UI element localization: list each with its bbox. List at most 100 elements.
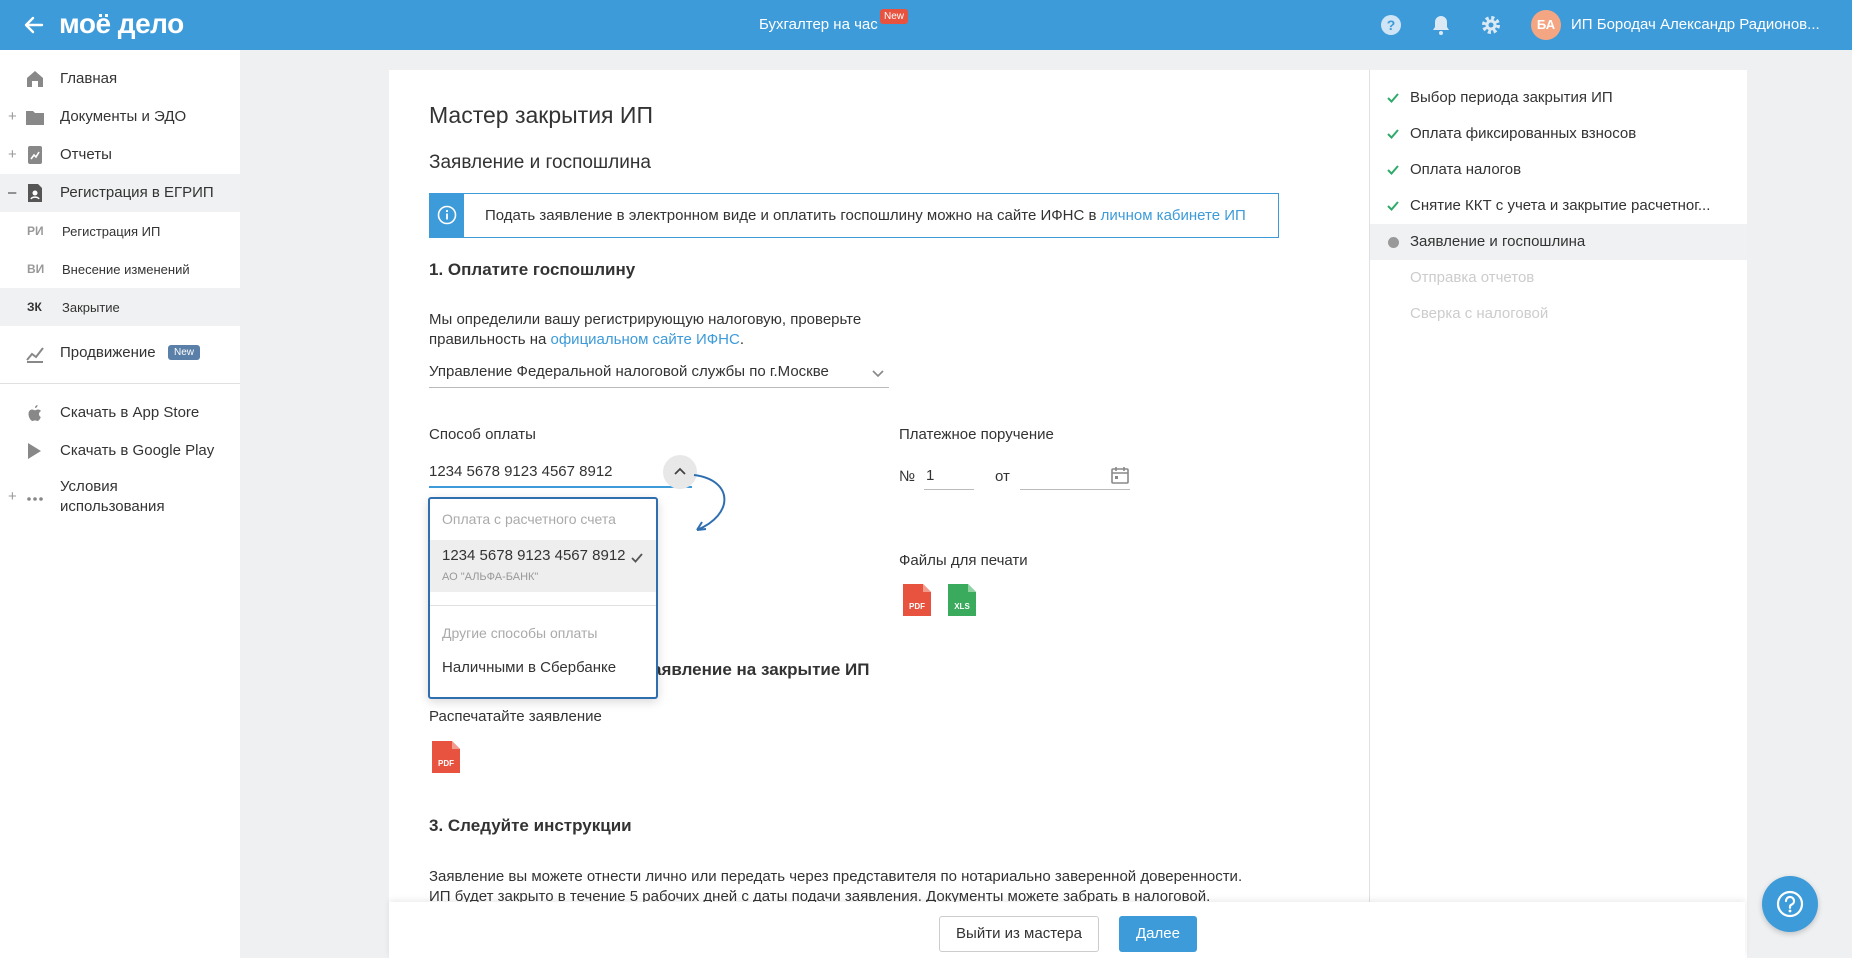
new-badge: New [168, 345, 201, 360]
option-cash-label: Наличными в Сбербанке [442, 659, 617, 676]
option-account-number: 1234 5678 9123 4567 8912 [442, 547, 626, 564]
more-dots-icon [27, 497, 43, 501]
google-play-icon [28, 443, 41, 459]
sidebar-item-app-store[interactable]: Скачать в App Store [0, 394, 240, 432]
sidebar-item-reports[interactable]: + Отчеты [0, 136, 240, 174]
pdf-file-icon[interactable]: PDF [432, 741, 460, 773]
back-arrow-icon[interactable] [22, 13, 46, 37]
tax-office-description-line1: Мы определили вашу регистрирующую налого… [429, 311, 862, 328]
logo[interactable]: моё дело [59, 8, 184, 40]
payment-method-dropdown: Оплата с расчетного счета 1234 5678 9123… [428, 497, 658, 699]
sidebar: Главная + Документы и ЭДО + Отчеты – Рег… [0, 50, 240, 958]
sidebar-subitem-closing[interactable]: ЗК Закрытие [0, 288, 240, 326]
help-chat-button[interactable] [1762, 876, 1818, 932]
sidebar-subitem-changes[interactable]: ВИ Внесение изменений [0, 250, 240, 288]
payment-method-select[interactable]: 1234 5678 9123 4567 8912 [429, 458, 692, 488]
step-label: Отправка отчетов [1410, 269, 1535, 286]
page-subtitle: Заявление и госпошлина [429, 152, 651, 173]
xls-file-icon[interactable]: XLS [948, 584, 976, 616]
expand-icon[interactable]: + [8, 146, 17, 163]
info-icon [437, 205, 457, 225]
tax-office-description-line2: правильность на официальном сайте ИФНС. [429, 330, 861, 350]
check-icon [1387, 201, 1399, 211]
page-title: Мастер закрытия ИП [429, 102, 653, 128]
sidebar-item-label: Продвижение [60, 344, 156, 361]
accountant-per-hour-link[interactable]: Бухгалтер на час [759, 16, 878, 33]
check-icon [631, 553, 643, 563]
folder-icon [26, 111, 44, 125]
info-text: Подать заявление в электронном виде и оп… [485, 207, 1246, 224]
step-label: Оплата налогов [1410, 161, 1522, 178]
payment-method-value: 1234 5678 9123 4567 8912 [429, 463, 613, 480]
sidebar-item-home[interactable]: Главная [0, 60, 240, 98]
expand-icon[interactable]: + [8, 108, 17, 125]
tax-office-description: Мы определили вашу регистрирующую налого… [429, 310, 861, 350]
sidebar-item-google-play[interactable]: Скачать в Google Play [0, 432, 240, 470]
check-icon [1387, 129, 1399, 139]
section2-title: аявление на закрытие ИП [652, 660, 870, 679]
payment-method-label: Способ оплаты [429, 426, 536, 443]
question-icon [1776, 890, 1804, 918]
exit-wizard-button[interactable]: Выйти из мастера [939, 916, 1099, 952]
option-bank-name: АО "АЛЬФА-БАНК" [442, 571, 539, 583]
step-label: Снятие ККТ с учета и закрытие расчетног.… [1410, 197, 1711, 214]
calendar-icon[interactable] [1110, 465, 1130, 485]
line2-prefix: правильность на [429, 331, 551, 348]
check-icon [1387, 165, 1399, 175]
step-fixed-contributions[interactable]: Оплата фиксированных взносов [1370, 116, 1747, 152]
expand-icon[interactable]: + [8, 488, 17, 505]
next-button[interactable]: Далее [1119, 916, 1197, 952]
instructions-text: Заявление вы можете отнести лично или пе… [429, 867, 1242, 907]
wizard-footer: Выйти из мастера Далее [389, 902, 1745, 958]
gear-icon[interactable] [1479, 13, 1503, 37]
home-icon [27, 71, 43, 87]
step-period[interactable]: Выбор периода закрытия ИП [1370, 80, 1747, 116]
step-kkt[interactable]: Снятие ККТ с учета и закрытие расчетног.… [1370, 188, 1747, 224]
tax-office-select[interactable]: Управление Федеральной налоговой службы … [429, 358, 889, 388]
current-step-dot [1388, 237, 1399, 248]
line2-suffix: . [739, 331, 745, 348]
step-label: Оплата фиксированных взносов [1410, 125, 1637, 142]
step-label: Заявление и госпошлина [1410, 233, 1586, 250]
apple-icon [28, 405, 41, 421]
registration-icon [28, 184, 42, 202]
subitem-abbr: ЗК [27, 300, 42, 314]
info-banner-stripe [430, 194, 464, 237]
dropdown-option-account[interactable]: 1234 5678 9123 4567 8912 АО "АЛЬФА-БАНК" [430, 540, 656, 592]
payment-order-number: 1 [926, 467, 935, 484]
ifns-site-link[interactable]: официальном сайте ИФНС [551, 331, 740, 348]
new-badge: New [880, 9, 909, 24]
chart-trend-icon [26, 347, 44, 363]
pdf-file-icon[interactable]: PDF [903, 584, 931, 616]
personal-cabinet-link[interactable]: личном кабинете ИП [1101, 207, 1246, 224]
dropdown-group-other: Другие способы оплаты [442, 625, 598, 641]
sidebar-item-registration[interactable]: – Регистрация в ЕГРИП [0, 174, 240, 212]
curved-arrow-icon [693, 474, 726, 531]
collapse-icon[interactable]: – [8, 184, 16, 201]
sidebar-divider [0, 383, 240, 384]
top-bar: моё дело Бухгалтер на час New ? БА ИП Бо… [0, 0, 1852, 50]
xls-label: XLS [954, 602, 970, 611]
info-text-body: Подать заявление в электронном виде и оп… [485, 207, 1101, 224]
payment-order-number-input[interactable]: 1 [924, 460, 974, 490]
sidebar-item-promotion[interactable]: Продвижение New [0, 334, 240, 372]
sidebar-item-terms[interactable]: + Условия использования [0, 470, 240, 526]
section3-title: 3. Следуйте инструкции [429, 816, 632, 835]
help-icon[interactable]: ? [1379, 13, 1403, 37]
sidebar-item-documents[interactable]: + Документы и ЭДО [0, 98, 240, 136]
date-from-label: от [995, 468, 1010, 485]
dropdown-option-cash[interactable]: Наличными в Сбербанке [430, 649, 656, 685]
pdf-label: PDF [909, 602, 925, 611]
sidebar-subitem-registration-ip[interactable]: РИ Регистрация ИП [0, 212, 240, 250]
print-application-label: Распечатайте заявление [429, 708, 602, 725]
bell-icon[interactable] [1429, 13, 1453, 37]
step-taxes[interactable]: Оплата налогов [1370, 152, 1747, 188]
tax-office-select-value: Управление Федеральной налоговой службы … [429, 363, 829, 380]
dropdown-group-account: Оплата с расчетного счета [442, 511, 616, 527]
payment-order-label: Платежное поручение [899, 426, 1054, 443]
user-name[interactable]: ИП Бородач Александр Радионов... [1571, 16, 1820, 33]
sidebar-item-label: Скачать в Google Play [60, 442, 215, 459]
step-application[interactable]: Заявление и госпошлина [1370, 224, 1747, 260]
avatar[interactable]: БА [1531, 10, 1561, 40]
payment-order-date-input[interactable] [1020, 460, 1130, 490]
